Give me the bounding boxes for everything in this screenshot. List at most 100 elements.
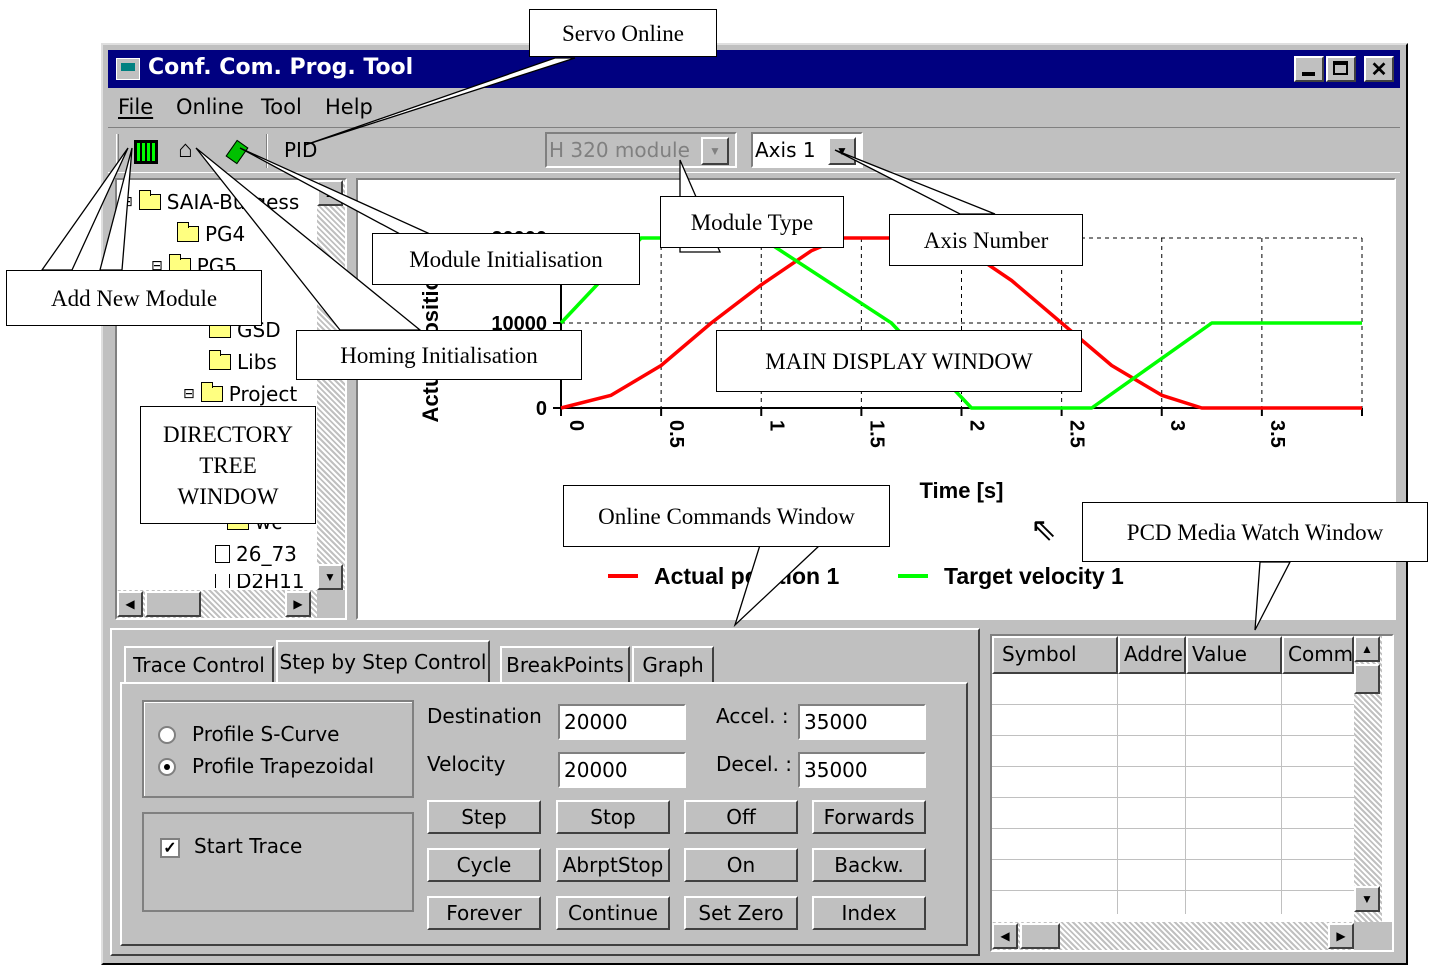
trace-group: ✓ Start Trace	[142, 812, 414, 912]
legend-label: Target velocity 1	[944, 563, 1124, 589]
tree-item[interactable]: ⊟ Project	[183, 382, 297, 406]
tree-item[interactable]: PG4	[177, 222, 245, 246]
callout-main-display: MAIN DISPLAY WINDOW	[716, 330, 1082, 392]
forwards-button[interactable]: Forwards	[812, 800, 926, 834]
watch-hscrollbar[interactable]: ◀ ▶	[992, 922, 1354, 950]
scroll-thumb[interactable]	[1020, 923, 1060, 949]
start-trace-label: Start Trace	[194, 834, 303, 858]
forever-button[interactable]: Forever	[427, 896, 541, 930]
minimize-button[interactable]	[1294, 56, 1324, 82]
x-tick-label: 2.5	[1066, 420, 1088, 448]
tab-breakpoints[interactable]: BreakPoints	[500, 646, 630, 682]
tree-hscrollbar[interactable]: ◀ ▶	[117, 590, 317, 618]
add-module-icon[interactable]	[134, 140, 158, 164]
watch-vscrollbar[interactable]: ▲ ▼	[1354, 636, 1382, 922]
abrupt-stop-button[interactable]: AbrptStop	[556, 848, 670, 882]
window-title: Conf. Com. Prog. Tool	[148, 55, 414, 80]
column-header[interactable]: Addre	[1118, 636, 1186, 674]
cycle-button[interactable]: Cycle	[427, 848, 541, 882]
y-tick-label: 0	[536, 398, 547, 420]
tab-graph[interactable]: Graph	[632, 646, 714, 682]
callout-servo-online: Servo Online	[529, 9, 717, 57]
decel-label: Decel. :	[716, 752, 793, 776]
tree-item[interactable]: D2H11	[215, 574, 305, 588]
menu-help[interactable]: Help	[325, 95, 373, 119]
x-tick-label: 3.5	[1266, 420, 1288, 448]
x-tick-label: 0.5	[665, 420, 687, 448]
folder-icon	[138, 190, 161, 210]
close-button[interactable]: ✕	[1364, 56, 1394, 82]
continue-button[interactable]: Continue	[556, 896, 670, 930]
column-header[interactable]: Value	[1186, 636, 1282, 674]
chevron-down-icon[interactable]: ▼	[701, 137, 729, 165]
module-type-select[interactable]: H 320 module ▼	[545, 132, 737, 168]
tab-step-by-step[interactable]: Step by Step Control	[276, 640, 490, 682]
folder-icon	[200, 382, 223, 402]
menu-online[interactable]: Online	[176, 95, 244, 119]
callout-axis-number: Axis Number	[889, 214, 1083, 266]
maximize-button[interactable]	[1326, 56, 1356, 82]
document-icon	[215, 574, 230, 588]
scroll-left-icon[interactable]: ◀	[992, 923, 1018, 949]
on-button[interactable]: On	[684, 848, 798, 882]
scroll-right-icon[interactable]: ▶	[1328, 923, 1354, 949]
step-button[interactable]: Step	[427, 800, 541, 834]
scroll-left-icon[interactable]: ◀	[117, 591, 143, 617]
toolbar-separator	[266, 134, 268, 168]
accel-label: Accel. :	[716, 704, 789, 728]
callout-media-watch: PCD Media Watch Window	[1082, 502, 1428, 562]
column-header[interactable]: Comme	[1282, 636, 1354, 674]
velocity-field[interactable]: 20000	[558, 752, 686, 788]
toolbar-grip	[116, 134, 119, 168]
start-trace-checkbox[interactable]: ✓	[160, 838, 180, 858]
tree-item[interactable]: ⊟ SAIA-Burgess	[121, 190, 299, 214]
document-icon	[215, 545, 230, 563]
velocity-label: Velocity	[427, 752, 506, 776]
module-init-icon[interactable]	[225, 139, 249, 165]
tab-trace-control[interactable]: Trace Control	[124, 646, 274, 682]
index-button[interactable]: Index	[812, 896, 926, 930]
axis-select[interactable]: Axis 1 ▼	[751, 132, 863, 168]
radio-trapezoidal[interactable]	[158, 758, 176, 776]
scroll-down-icon[interactable]: ▼	[1354, 886, 1380, 912]
x-tick-label: 0	[565, 420, 587, 431]
legend-label: Actual position 1	[654, 563, 840, 589]
stop-button[interactable]: Stop	[556, 800, 670, 834]
profile-group: Profile S-Curve Profile Trapezoidal	[142, 700, 414, 798]
decel-field[interactable]: 35000	[798, 752, 926, 788]
set-zero-button[interactable]: Set Zero	[684, 896, 798, 930]
scroll-up-icon[interactable]: ▲	[317, 180, 343, 206]
tree-item[interactable]: 26_73	[215, 542, 297, 566]
watch-grid	[992, 674, 1354, 914]
accel-field[interactable]: 35000	[798, 704, 926, 740]
chevron-down-icon[interactable]: ▼	[828, 137, 856, 165]
scroll-up-icon[interactable]: ▲	[1354, 636, 1380, 662]
column-header[interactable]: Symbol	[992, 636, 1118, 674]
scroll-down-icon[interactable]: ▼	[317, 564, 343, 590]
directory-tree: ⊟SAIA-Burgess PG4 ⊟PG5 b GSD Libs ⊟Proje…	[115, 178, 347, 620]
homing-icon[interactable]: ⌂	[178, 136, 193, 164]
destination-field[interactable]: 20000	[558, 704, 686, 740]
off-button[interactable]: Off	[684, 800, 798, 834]
media-watch: Symbol Addre Value Comme ▲ ▼ ◀ ▶	[990, 634, 1394, 952]
online-commands: Trace Control Step by Step Control Break…	[110, 628, 980, 956]
scroll-thumb[interactable]	[145, 591, 201, 617]
servo-online-button[interactable]: PID	[284, 138, 317, 162]
scroll-thumb[interactable]	[1354, 664, 1380, 694]
scroll-right-icon[interactable]: ▶	[285, 591, 311, 617]
watch-header: Symbol Addre Value Comme	[992, 636, 1354, 674]
menu-bar: File Online Tool Help	[108, 90, 1400, 124]
x-tick-label: 1.5	[865, 420, 887, 448]
module-type-value: H 320 module	[549, 138, 690, 162]
menu-file[interactable]: File	[118, 95, 153, 119]
x-axis-label: Time [s]	[920, 478, 1004, 503]
radio-scurve[interactable]	[158, 726, 176, 744]
callout-homing-init: Homing Initialisation	[296, 330, 582, 380]
menu-tool[interactable]: Tool	[261, 95, 302, 119]
x-tick-label: 2	[966, 420, 988, 431]
mouse-cursor-icon: ⇖	[1030, 511, 1057, 547]
backwards-button[interactable]: Backw.	[812, 848, 926, 882]
tree-item[interactable]: Libs	[209, 350, 277, 374]
tree-vscrollbar[interactable]: ▲ ▼	[317, 180, 345, 590]
folder-icon	[177, 222, 199, 242]
